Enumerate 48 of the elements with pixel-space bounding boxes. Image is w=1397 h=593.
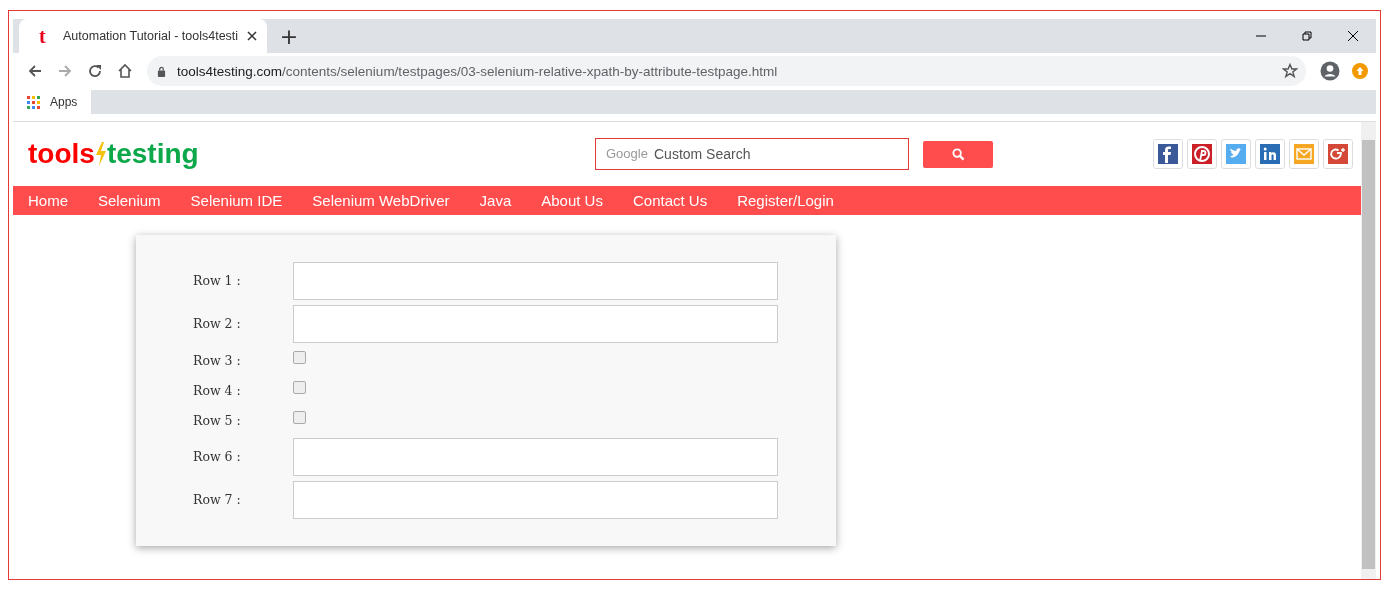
url-text: tools4testing.com/contents/selenium/testpages/03-selenium-relative-xpath-by-attribute-testpage.html bbox=[177, 63, 779, 79]
close-icon[interactable] bbox=[247, 31, 257, 41]
close-icon[interactable] bbox=[1347, 30, 1359, 42]
nav-link[interactable]: Selenium WebDriver bbox=[312, 192, 450, 209]
reload-icon[interactable] bbox=[87, 63, 103, 79]
nav-link[interactable]: Java bbox=[479, 192, 512, 209]
nav-link[interactable]: About Us bbox=[541, 192, 603, 209]
nav-link[interactable]: Selenium IDE bbox=[190, 192, 283, 209]
checkbox[interactable] bbox=[293, 410, 306, 424]
bookmark[interactable]: Apps bbox=[27, 95, 78, 109]
restore-icon[interactable] bbox=[1301, 30, 1313, 42]
text-field[interactable] bbox=[293, 261, 778, 300]
row-label: Row 2 : bbox=[193, 316, 242, 331]
logo-text[interactable]: testing bbox=[106, 138, 199, 170]
google-label: Google bbox=[606, 147, 648, 161]
address-bar[interactable]: tools4testing.com/contents/selenium/testpages/03-selenium-relative-xpath-by-attribute-testpage.html bbox=[147, 56, 1306, 86]
tab-title: Automation Tutorial - tools4testi bbox=[63, 29, 240, 43]
scrollbar[interactable] bbox=[1361, 122, 1376, 579]
nav-link[interactable]: Selenium bbox=[98, 192, 161, 209]
new-tab-button[interactable]: + bbox=[275, 19, 303, 53]
search-button[interactable] bbox=[923, 140, 993, 168]
checkbox[interactable] bbox=[293, 350, 306, 364]
profile-icon[interactable] bbox=[1320, 61, 1340, 81]
checkbox[interactable] bbox=[293, 380, 306, 394]
browser-tab[interactable]: t Automation Tutorial - tools4testi bbox=[19, 19, 267, 53]
text-field[interactable] bbox=[293, 304, 778, 343]
row-label: Row 3 : bbox=[193, 352, 242, 368]
nav-link[interactable]: Home bbox=[28, 192, 68, 209]
text-field[interactable] bbox=[293, 480, 778, 519]
home-icon[interactable] bbox=[117, 63, 133, 79]
nav-link[interactable]: Register/Login bbox=[737, 192, 834, 209]
row-label: Row 1 : bbox=[193, 273, 242, 288]
forward-icon[interactable] bbox=[57, 63, 73, 79]
nav-link[interactable]: Contact Us bbox=[632, 192, 708, 209]
update-icon[interactable] bbox=[1352, 63, 1368, 79]
logo-text[interactable]: tools bbox=[28, 138, 95, 170]
row-label: Row 7 : bbox=[193, 492, 242, 507]
lightning-icon bbox=[94, 142, 107, 166]
row-label: Row 5 : bbox=[193, 412, 242, 428]
lock-icon bbox=[157, 65, 166, 77]
apps-icon bbox=[27, 95, 40, 109]
star-icon[interactable] bbox=[1282, 63, 1298, 79]
row-label: Row 4 : bbox=[193, 382, 242, 398]
back-icon[interactable] bbox=[27, 63, 43, 79]
row-label: Row 6 : bbox=[193, 449, 242, 464]
text-field[interactable] bbox=[293, 437, 778, 476]
search-icon bbox=[951, 147, 965, 161]
favicon: t bbox=[39, 24, 47, 48]
